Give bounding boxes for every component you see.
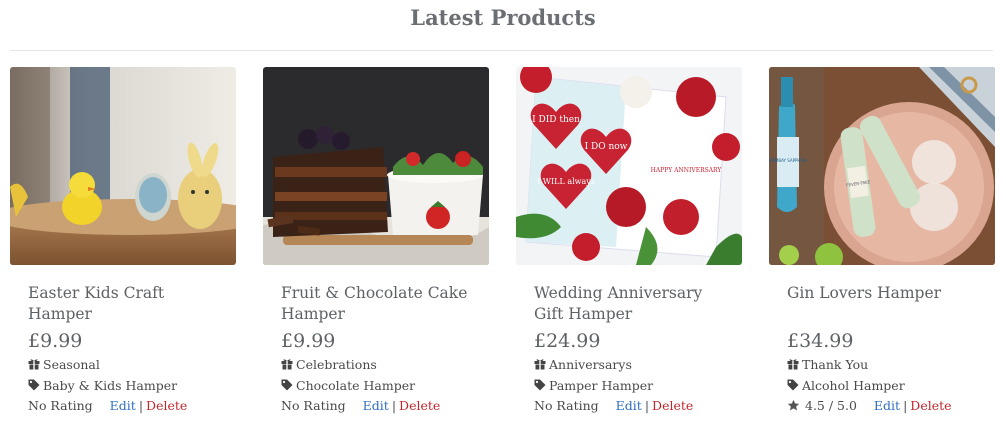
tag-icon [281,379,294,392]
product-name[interactable]: Fruit & Chocolate Cake Hamper [281,283,471,325]
product-category-label: Anniversarys [549,357,632,372]
tag-icon [787,379,800,392]
edit-link[interactable]: Edit [110,396,136,416]
product-tag: Baby & Kids Hamper [28,375,218,396]
product-price: £34.99 [787,330,854,352]
product-rating: No Rating [281,396,346,416]
product-rating: No Rating [28,396,93,416]
title-divider [10,50,993,51]
product-category: Thank You [787,354,977,375]
gin-label: BOMBAY SAPPHIRE [769,158,807,163]
product-image-gin[interactable]: BOMBAY SAPPHIRE FEVER-TREE [769,67,995,265]
edit-link[interactable]: Edit [874,396,900,416]
product-tag-label: Chocolate Hamper [296,378,416,393]
product-grid: Easter Kids Craft Hamper £9.99 Seasonal … [10,67,995,416]
product-price: £9.99 [281,330,336,352]
gift-icon [534,358,547,371]
product-name[interactable]: Wedding Anniversary Gift Hamper [534,283,724,325]
product-tag-label: Pamper Hamper [549,378,654,393]
cake-photo [263,67,489,265]
product-actions: No Rating Edit | Delete [281,396,471,416]
delete-link[interactable]: Delete [652,396,693,416]
star-icon [787,399,801,413]
product-tag: Pamper Hamper [534,375,724,396]
card-text: HAPPY ANNIVERSARY [651,167,723,174]
product-price: £24.99 [534,330,601,352]
wedding-card-photo: I DID then I DO now I WILL always HAPPY … [516,67,742,265]
product-card-wedding: I DID then I DO now I WILL always HAPPY … [516,67,742,416]
action-separator: | [644,398,650,413]
gift-icon [281,358,294,371]
product-image-wedding[interactable]: I DID then I DO now I WILL always HAPPY … [516,67,742,265]
rating-label: No Rating [28,398,93,413]
product-category-label: Celebrations [296,357,377,372]
action-separator: | [391,398,397,413]
product-card-easter: Easter Kids Craft Hamper £9.99 Seasonal … [10,67,236,416]
product-actions: No Rating Edit | Delete [534,396,724,416]
easter-photo [10,67,236,265]
product-category-label: Thank You [802,357,869,372]
product-tag: Chocolate Hamper [281,375,471,396]
edit-link[interactable]: Edit [616,396,642,416]
product-name[interactable]: Easter Kids Craft Hamper [28,283,218,325]
delete-link[interactable]: Delete [146,396,187,416]
heart-text-1: I DID then [532,115,580,125]
heart-text-3: I WILL always [537,177,595,186]
product-rating: No Rating [534,396,599,416]
product-image-easter[interactable] [10,67,236,265]
product-price: £9.99 [28,330,83,352]
product-actions: No Rating Edit | Delete [28,396,218,416]
delete-link[interactable]: Delete [399,396,440,416]
action-separator: | [138,398,144,413]
product-category-label: Seasonal [43,357,100,372]
rating-label: No Rating [534,398,599,413]
rating-label: No Rating [281,398,346,413]
product-category: Celebrations [281,354,471,375]
product-actions: 4.5 / 5.0 Edit | Delete [787,396,977,416]
tag-icon [534,379,547,392]
product-category: Anniversarys [534,354,724,375]
product-tag-label: Baby & Kids Hamper [43,378,178,393]
product-card-fruit-chocolate: Fruit & Chocolate Cake Hamper £9.99 Cele… [263,67,489,416]
delete-link[interactable]: Delete [910,396,951,416]
tag-icon [28,379,41,392]
gift-icon [787,358,800,371]
heart-text-2: I DO now [585,142,628,152]
product-category: Seasonal [28,354,218,375]
page-title: Latest Products [410,5,596,30]
product-rating: 4.5 / 5.0 [787,396,857,416]
product-name[interactable]: Gin Lovers Hamper [787,283,977,325]
gin-photo: BOMBAY SAPPHIRE FEVER-TREE [769,67,995,265]
product-image-fruit-chocolate[interactable] [263,67,489,265]
action-separator: | [903,398,908,413]
gift-icon [28,358,41,371]
product-tag-label: Alcohol Hamper [802,378,905,393]
product-tag: Alcohol Hamper [787,375,977,396]
edit-link[interactable]: Edit [363,396,389,416]
rating-label: 4.5 / 5.0 [805,398,857,413]
product-card-gin: BOMBAY SAPPHIRE FEVER-TREE Gin Lovers Ha… [769,67,995,416]
